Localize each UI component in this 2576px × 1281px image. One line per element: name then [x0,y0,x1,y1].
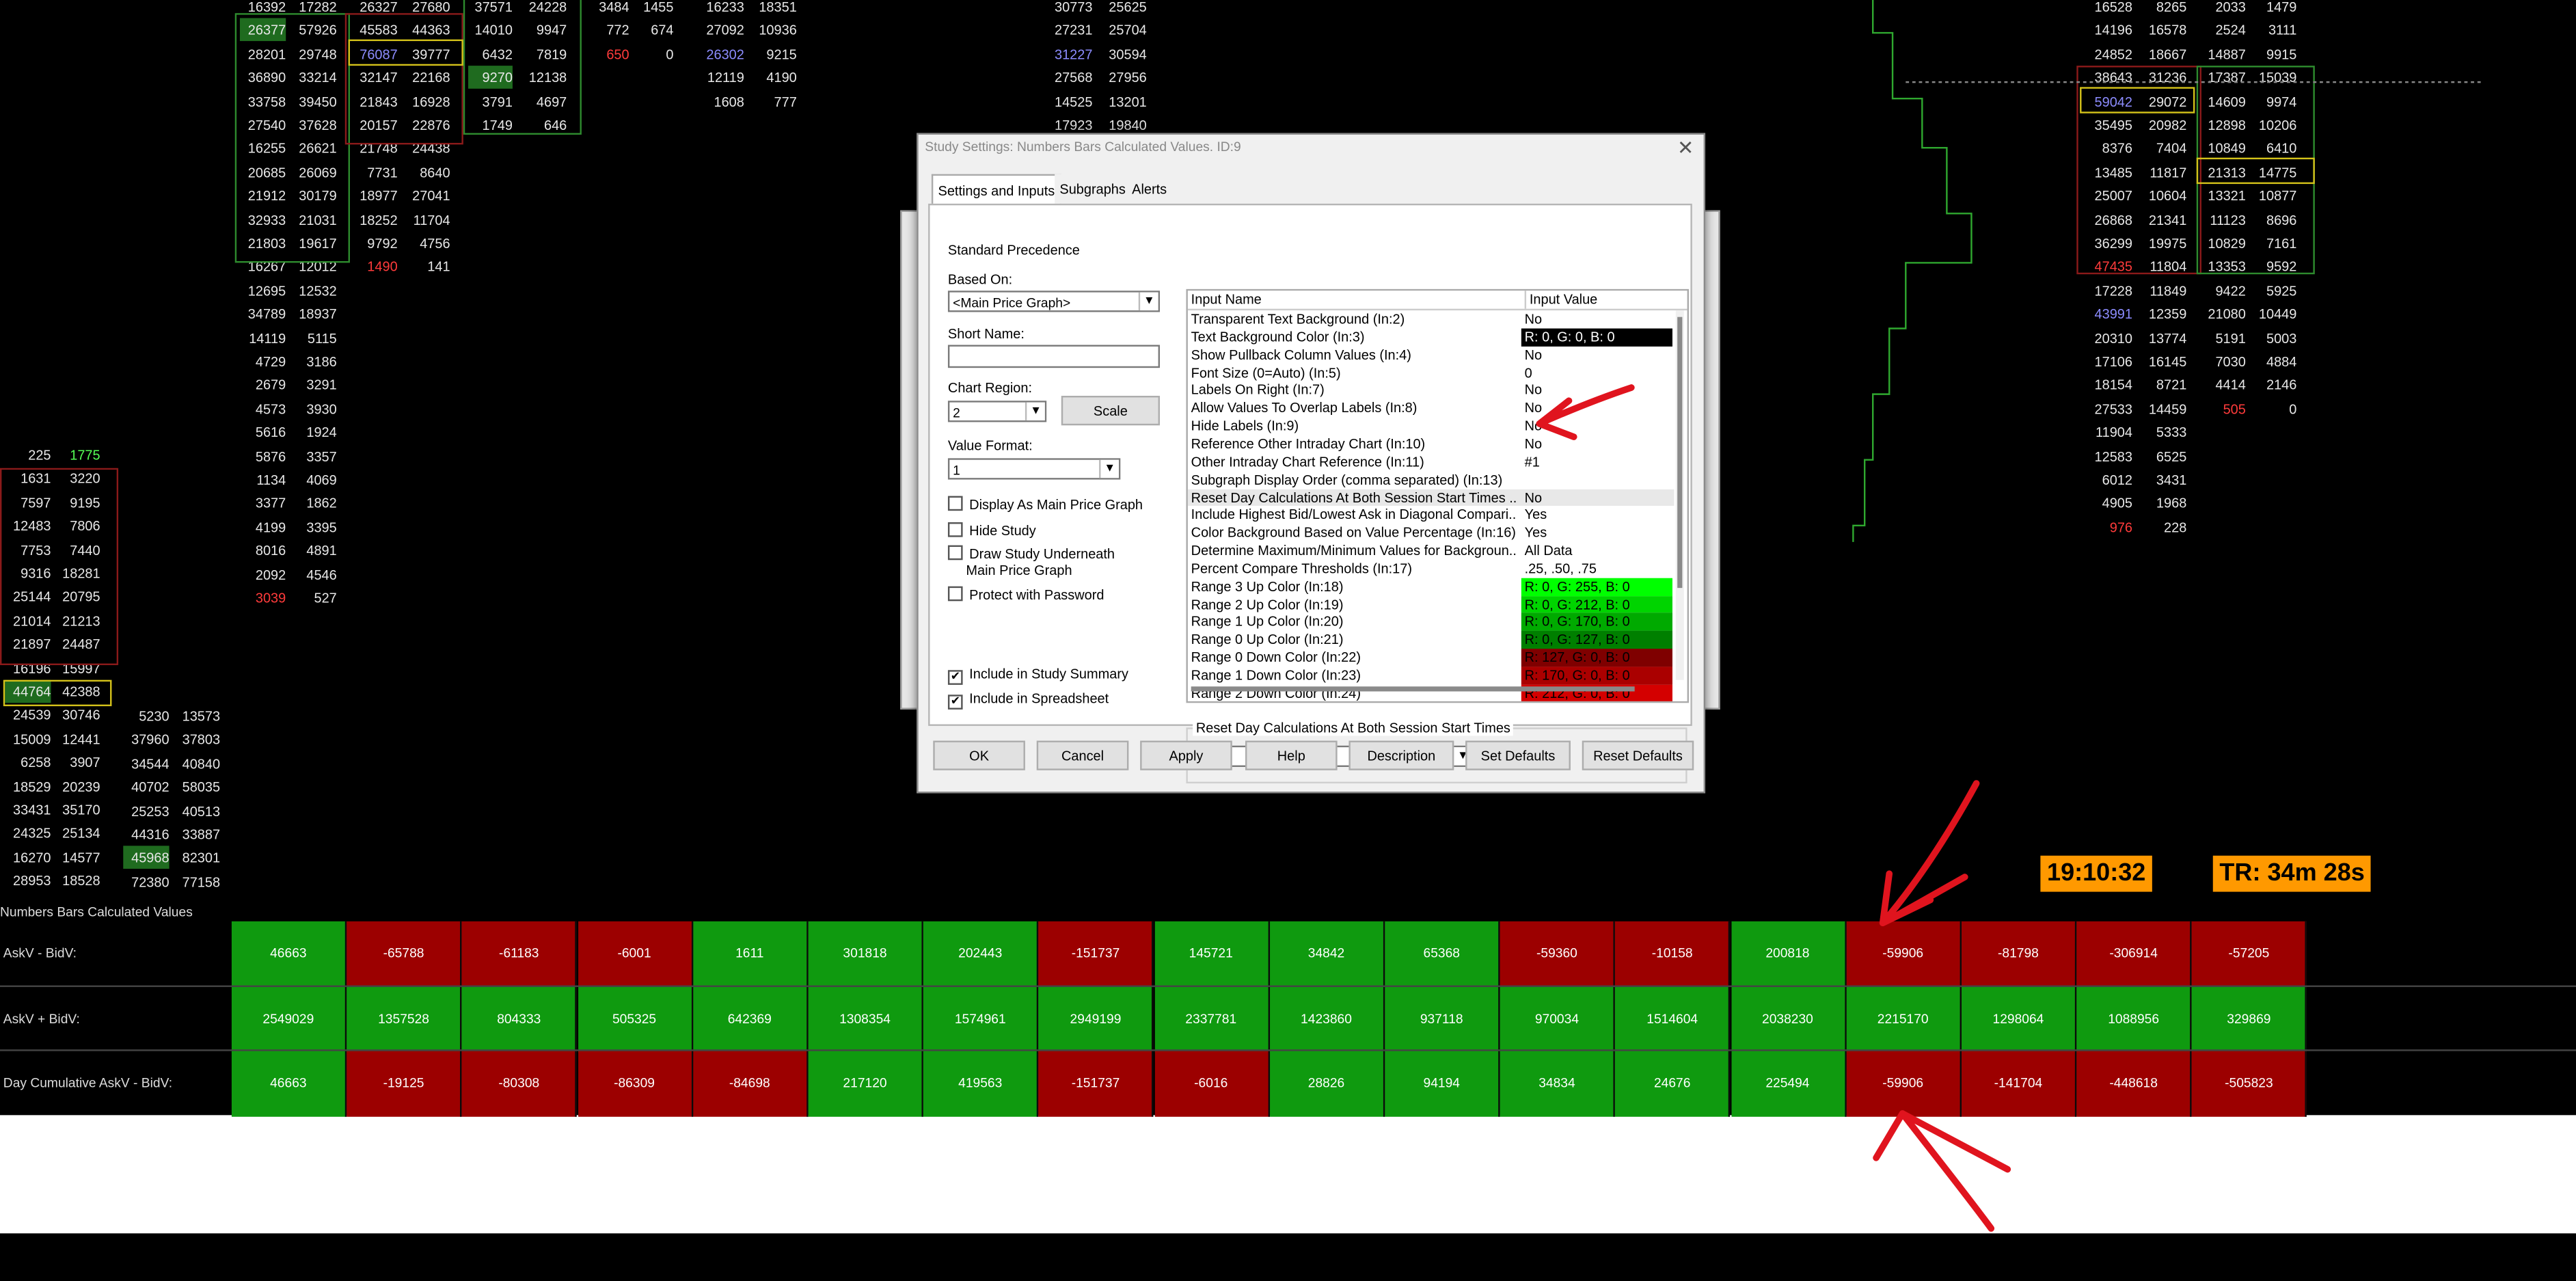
annotation-arrows [1536,384,2011,1232]
annotation-arrow-lower [1873,1110,2011,1232]
annotation-arrow-dialog [1536,384,1635,440]
chart-window: 16392 26377 28201 36890 33758 27540 16255 20685… [0,0,2576,1281]
annotation-arrow-upper [1879,780,1980,927]
